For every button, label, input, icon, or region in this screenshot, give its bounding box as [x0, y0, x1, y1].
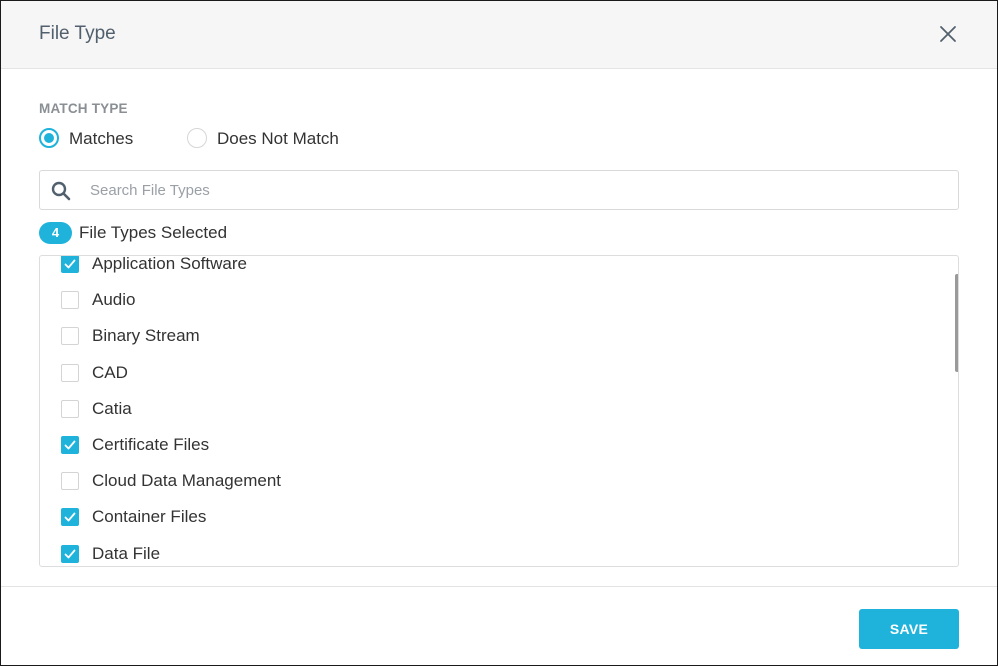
radio-does-not-match-circle[interactable]	[187, 128, 207, 148]
checkbox-unchecked[interactable]	[61, 291, 79, 310]
list-item-label: Certificate Files	[92, 434, 210, 454]
list-item-label: Catia	[92, 398, 132, 418]
radio-does-not-match-label: Does Not Match	[217, 129, 339, 148]
list-item-label: Cloud Data Management	[92, 471, 282, 491]
list-item[interactable]: Data File	[40, 537, 958, 567]
list-item-label: Data File	[92, 543, 161, 563]
list-item[interactable]: Binary Stream	[40, 319, 958, 355]
list-item-label: Application Software	[92, 255, 247, 273]
checkbox-unchecked[interactable]	[61, 363, 79, 382]
checkbox-unchecked[interactable]	[61, 327, 79, 346]
radio-matches-circle[interactable]	[39, 128, 59, 148]
list-item-label: Binary Stream	[92, 326, 200, 346]
list-item[interactable]: Cloud Data Management	[40, 464, 958, 500]
dialog-header: File Type	[1, 1, 997, 69]
dialog-title: File Type	[39, 23, 116, 44]
checkmark-icon	[64, 440, 76, 450]
save-button[interactable]: SAVE	[859, 609, 959, 649]
list-item[interactable]: Certificate Files	[40, 428, 958, 464]
match-type-label: MATCH TYPE	[39, 101, 128, 116]
file-type-list-items: Application Software Audio Binary Stream CA…	[40, 255, 958, 567]
checkbox-unchecked[interactable]	[61, 472, 79, 491]
list-item-label: Container Files	[92, 507, 207, 527]
selected-count-label: File Types Selected	[79, 223, 228, 242]
list-item[interactable]: Audio	[40, 283, 958, 319]
checkmark-icon	[64, 549, 76, 558]
list-item[interactable]: CAD	[40, 356, 958, 392]
list-scrollbar[interactable]	[955, 274, 958, 372]
radio-matches-label: Matches	[69, 129, 134, 148]
file-type-list[interactable]: Application Software Audio Binary Stream CA…	[39, 255, 959, 567]
close-icon[interactable]	[937, 23, 959, 45]
search-icon	[51, 181, 71, 201]
checkbox-checked[interactable]	[61, 508, 79, 527]
checkbox-checked[interactable]	[61, 256, 79, 273]
list-item[interactable]: Catia	[40, 392, 958, 428]
search-box	[39, 170, 959, 210]
checkbox-checked[interactable]	[61, 435, 79, 454]
checkbox-checked[interactable]	[61, 544, 79, 563]
checkmark-icon	[64, 259, 76, 269]
list-item[interactable]: Container Files	[40, 500, 958, 536]
checkmark-icon	[64, 512, 76, 522]
list-item-label: CAD	[92, 362, 128, 382]
selected-count-badge: 4	[39, 222, 72, 244]
search-input[interactable]	[90, 171, 950, 209]
footer-divider	[1, 586, 997, 587]
list-item-label: Audio	[92, 290, 136, 310]
file-type-dialog: File Type MATCH TYPE Matches Does Not Ma…	[0, 0, 998, 666]
checkbox-unchecked[interactable]	[61, 399, 79, 418]
list-item[interactable]: Application Software	[40, 255, 958, 283]
